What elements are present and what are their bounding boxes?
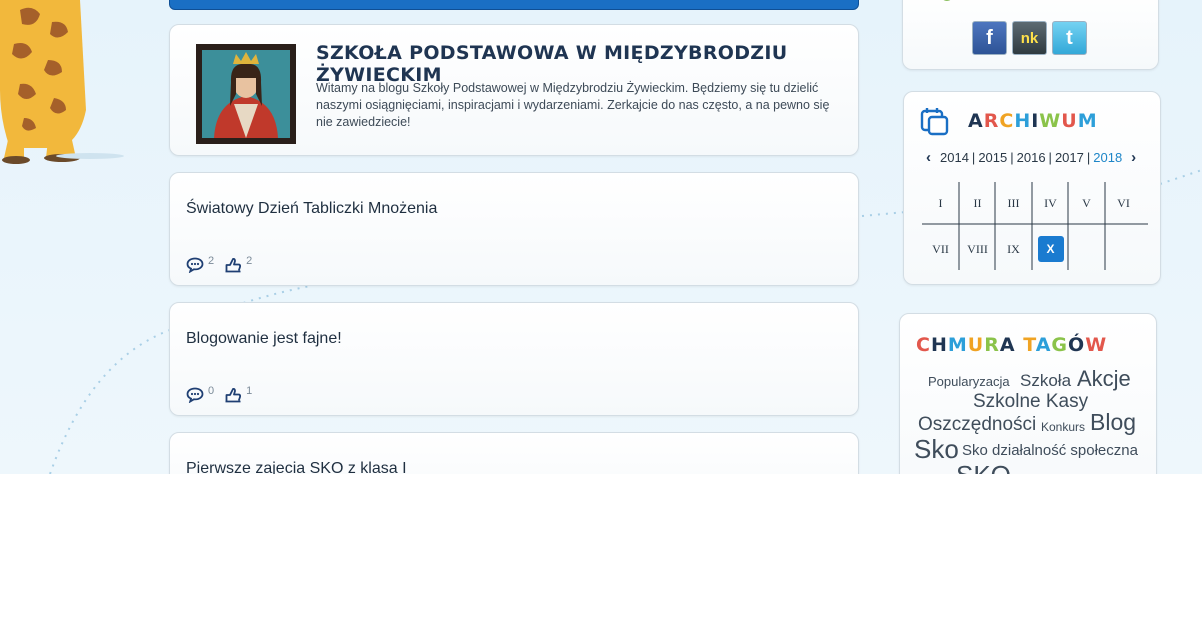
tag-link[interactable]: Szkoła <box>1020 371 1071 391</box>
year-link[interactable]: 2014 <box>940 150 969 165</box>
month-link[interactable]: IX <box>995 228 1032 270</box>
post-meta: 2 2 <box>186 255 258 273</box>
month-link[interactable]: VII <box>922 228 959 270</box>
calendar-icon <box>920 108 949 136</box>
archive-widget: ARCHIWUM ‹ 2014 | 2015 | 2016 | 2017 | 2018 … <box>903 91 1161 285</box>
facebook-icon[interactable]: f <box>972 21 1007 55</box>
archive-years: ‹ 2014 | 2015 | 2016 | 2017 | 2018 › <box>920 149 1142 166</box>
comments-icon[interactable] <box>186 387 204 403</box>
year-link[interactable]: 2015 <box>978 150 1007 165</box>
month-link[interactable]: V <box>1068 182 1105 224</box>
likes-count: 2 <box>246 255 253 267</box>
month-link-active[interactable]: X <box>1032 228 1069 270</box>
month-link[interactable]: I <box>922 182 959 224</box>
month-link[interactable]: III <box>995 182 1032 224</box>
tag-link[interactable]: SKO <box>956 460 1011 474</box>
like-thumb-icon[interactable] <box>224 387 242 403</box>
active-month-label: X <box>1037 236 1064 262</box>
post-meta: 0 1 <box>186 385 258 403</box>
post-card[interactable]: Światowy Dzień Tabliczki Mnożenia 2 2 <box>169 172 859 286</box>
tag-link[interactable]: Popularyzacja <box>928 374 1010 389</box>
chevron-left-icon[interactable]: ‹ <box>920 149 937 166</box>
archive-months-grid: I II III IV V VI VII VIII IX X <box>922 182 1148 270</box>
post-card[interactable]: Blogowanie jest fajne! 0 1 <box>169 302 859 416</box>
tag-link[interactable]: Sko <box>914 434 959 465</box>
post-title[interactable]: Światowy Dzień Tabliczki Mnożenia <box>186 200 437 218</box>
chevron-right-icon[interactable]: › <box>1125 149 1142 166</box>
year-link-active[interactable]: 2018 <box>1093 150 1122 165</box>
giraffe-mascot <box>0 0 124 164</box>
school-patron-portrait <box>196 44 296 144</box>
comments-count: 2 <box>208 255 215 267</box>
twitter-icon[interactable]: t <box>1052 21 1087 55</box>
tag-cloud-title: CHMURA TAGÓW <box>916 334 1108 356</box>
blog-intro-text: Witamy na blogu Szkoły Podstawowej w Mię… <box>316 81 830 129</box>
post-card[interactable]: Pierwsze zajecia SKO z klasa I <box>169 432 859 474</box>
social-links-card: f nk t <box>902 0 1159 70</box>
year-link[interactable]: 2017 <box>1055 150 1084 165</box>
tag-link[interactable]: Szkolne Kasy <box>973 391 1088 413</box>
post-title[interactable]: Pierwsze zajecia SKO z klasa I <box>186 460 407 474</box>
tag-link[interactable]: Oszczędności <box>918 414 1036 436</box>
top-banner-bar <box>169 0 859 10</box>
nk-icon[interactable]: nk <box>1012 21 1047 55</box>
comments-count: 0 <box>208 385 215 397</box>
post-title[interactable]: Blogowanie jest fajne! <box>186 330 342 348</box>
school-intro-card: SZKOŁA PODSTAWOWA W MIĘDZYBRODZIU ŻYWIEC… <box>169 24 859 156</box>
year-link[interactable]: 2016 <box>1017 150 1046 165</box>
likes-count: 1 <box>246 385 253 397</box>
tag-cloud-widget: CHMURA TAGÓW Popularyzacja Szkoła Akcje … <box>899 313 1157 474</box>
tag-link[interactable]: Konkurs <box>1041 420 1085 434</box>
tag-link[interactable]: Sko działalność społeczna <box>962 442 1138 459</box>
month-link[interactable]: IV <box>1032 182 1069 224</box>
month-link[interactable]: II <box>959 182 996 224</box>
tag-link[interactable]: Akcje <box>1077 366 1131 392</box>
archive-title: ARCHIWUM <box>968 110 1098 132</box>
month-link[interactable]: VIII <box>959 228 996 270</box>
leaf-decoration <box>943 0 951 1</box>
month-link[interactable]: VI <box>1105 182 1142 224</box>
comments-icon[interactable] <box>186 257 204 273</box>
like-thumb-icon[interactable] <box>224 257 242 273</box>
page-background: SZKOŁA PODSTAWOWA W MIĘDZYBRODZIU ŻYWIEC… <box>0 0 1202 474</box>
tag-link[interactable]: Blog <box>1090 409 1136 436</box>
